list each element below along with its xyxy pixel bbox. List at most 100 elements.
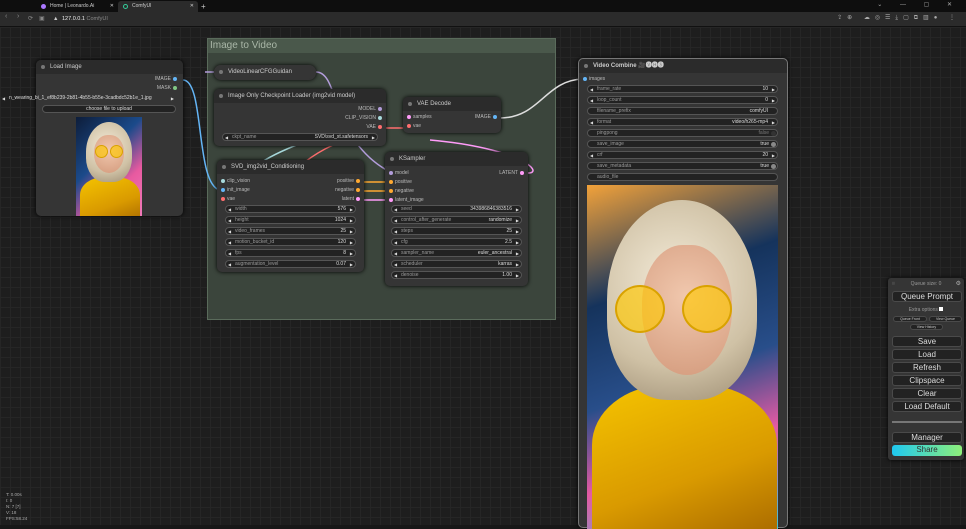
widget-label: fps xyxy=(235,250,242,256)
node-video-combine[interactable]: Video Combine 🎥🅥🅗🅢 images frame_rate 10 lo… xyxy=(578,58,788,529)
widget-cfg[interactable]: cfg 2.5 xyxy=(391,238,522,246)
widget-label: audio_file xyxy=(597,174,619,180)
output-image[interactable]: IMAGE xyxy=(475,114,499,120)
output-latent[interactable]: latent xyxy=(342,196,362,202)
tab-leonardo[interactable]: Home | Leonardo.Ai ✕ xyxy=(36,1,118,12)
widget-scheduler[interactable]: scheduler karras xyxy=(391,260,522,268)
output-mask[interactable]: MASK xyxy=(157,85,179,91)
widget-height[interactable]: height 1024 xyxy=(225,216,356,224)
url-input[interactable]: ▲ 127.0.0.1 ComfyUI xyxy=(50,14,830,25)
widget-value: 2.5 xyxy=(505,239,512,245)
widget-motion-bucket-id[interactable]: motion_bucket_id 120 xyxy=(225,238,356,246)
widget-frame-rate[interactable]: frame_rate 10 xyxy=(587,85,778,93)
output-latent[interactable]: LATENT xyxy=(499,170,526,176)
widget-label: save_metadata xyxy=(597,163,632,169)
extra-options[interactable]: Extra options xyxy=(888,307,964,313)
extra-options-checkbox[interactable] xyxy=(939,307,944,311)
view-queue-button[interactable]: View Queue xyxy=(929,316,962,322)
save-button[interactable]: Save xyxy=(892,336,962,347)
node-svd-conditioning[interactable]: SVD_img2vid_Conditioning clip_vision ini… xyxy=(217,160,364,272)
widget-label: motion_bucket_id xyxy=(235,239,275,245)
image-select[interactable]: n_wearing_bi_1_ef8b239-2b81-4b55-b55e-3c… xyxy=(0,95,176,103)
widget-value: 0 xyxy=(765,97,768,103)
video-preview[interactable] xyxy=(587,185,778,529)
widget-format[interactable]: format video/h265-mp4 xyxy=(587,118,778,126)
address-bar-row: ‹ › ⟳ ▣ ▲ 127.0.0.1 ComfyUI ⇪⊕ ☁◎☰⤓▢⧉▥● ⋮ xyxy=(0,12,966,27)
load-default-button[interactable]: Load Default xyxy=(892,401,962,412)
node-checkpoint-loader[interactable]: Image Only Checkpoint Loader (img2vid mo… xyxy=(214,89,386,146)
node-ksampler[interactable]: KSampler model positive negative latent_… xyxy=(385,152,528,286)
widget-seed[interactable]: seed 343986846383516 xyxy=(391,205,522,213)
refresh-button[interactable]: Refresh xyxy=(892,362,962,373)
input-images[interactable]: images xyxy=(581,76,605,82)
share-button[interactable]: Share xyxy=(892,445,962,456)
input-positive[interactable]: positive xyxy=(387,179,412,185)
node-video-linear-cfg-guidance[interactable]: VideoLinearCFGGuidan xyxy=(214,65,316,80)
widget-label: width xyxy=(235,206,247,212)
widget-label: augmentation_level xyxy=(235,261,279,267)
image-preview xyxy=(76,117,142,216)
toggle-knob[interactable] xyxy=(771,131,776,136)
reload-icon[interactable]: ⟳ xyxy=(28,15,33,22)
load-button[interactable]: Load xyxy=(892,349,962,360)
widget-width[interactable]: width 576 xyxy=(225,205,356,213)
view-history-button[interactable]: View History xyxy=(910,324,943,330)
widget-fps[interactable]: fps 8 xyxy=(225,249,356,257)
site-info-icon[interactable]: ▲ xyxy=(53,14,58,25)
toggle-knob[interactable] xyxy=(771,164,776,169)
clear-button[interactable]: Clear xyxy=(892,388,962,399)
widget-loop-count[interactable]: loop_count 0 xyxy=(587,96,778,104)
settings-gear-icon[interactable]: ⚙ xyxy=(956,280,961,287)
input-samples[interactable]: samples xyxy=(405,114,432,120)
widget-audio-file[interactable]: audio_file xyxy=(587,173,778,181)
tab-actions-icon[interactable]: ▣ xyxy=(39,15,45,22)
output-model[interactable]: MODEL xyxy=(358,106,384,112)
output-positive[interactable]: positive xyxy=(337,178,362,184)
tab-comfyui[interactable]: ComfyUI ✕ xyxy=(118,1,198,12)
output-negative[interactable]: negative xyxy=(335,187,362,193)
input-vae[interactable]: vae xyxy=(405,123,421,129)
forward-icon[interactable]: › xyxy=(17,13,19,20)
widget-save-metadata[interactable]: save_metadata true xyxy=(587,162,778,170)
widget-filename-prefix[interactable]: filename_prefix comfyUI xyxy=(587,107,778,115)
input-vae[interactable]: vae xyxy=(219,196,235,202)
queue-prompt-button[interactable]: Queue Prompt xyxy=(892,291,962,302)
output-image[interactable]: IMAGE xyxy=(155,76,179,82)
manager-button[interactable]: Manager xyxy=(892,432,962,443)
back-icon[interactable]: ‹ xyxy=(5,13,7,20)
node-load-image[interactable]: Load Image IMAGE MASK n_wearing_bi_1_ef8… xyxy=(2,60,183,216)
window-controls[interactable]: ⌄ — ▢ ✕ xyxy=(877,1,960,8)
widget-save-image[interactable]: save_image true xyxy=(587,140,778,148)
widget-ckpt-name[interactable]: ckpt_name SVD\svd_xt.safetensors xyxy=(222,133,378,141)
widget-crf[interactable]: crf 20 xyxy=(587,151,778,159)
widget-pingpong[interactable]: pingpong false xyxy=(587,129,778,137)
queue-front-button[interactable]: Queue Front xyxy=(893,316,927,322)
close-tab-icon[interactable]: ✕ xyxy=(190,1,194,12)
output-clip-vision[interactable]: CLIP_VISION xyxy=(345,115,384,121)
new-tab-button[interactable]: + xyxy=(199,1,206,12)
close-tab-icon[interactable]: ✕ xyxy=(110,1,114,12)
widget-control-after-generate[interactable]: control_after_generate randomize xyxy=(391,216,522,224)
output-vae[interactable]: VAE xyxy=(366,124,384,130)
node-vae-decode[interactable]: VAE Decode samples vae IMAGE xyxy=(403,97,501,133)
toolbar-icons[interactable]: ⇪⊕ ☁◎☰⤓▢⧉▥● ⋮ xyxy=(837,14,960,22)
widget-augmentation-level[interactable]: augmentation_level 0.07 xyxy=(225,260,356,268)
widget-value: 25 xyxy=(506,228,512,234)
widget-value: 1.00 xyxy=(502,272,512,278)
toggle-knob[interactable] xyxy=(771,142,776,147)
input-clip-vision[interactable]: clip_vision xyxy=(219,178,250,184)
input-init-image[interactable]: init_image xyxy=(219,187,250,193)
widget-steps[interactable]: steps 25 xyxy=(391,227,522,235)
input-latent-image[interactable]: latent_image xyxy=(387,197,424,203)
node-title: Load Image xyxy=(36,60,183,74)
input-model[interactable]: model xyxy=(387,170,409,176)
widget-denoise[interactable]: denoise 1.00 xyxy=(391,271,522,279)
widget-label: format xyxy=(597,119,612,125)
input-negative[interactable]: negative xyxy=(387,188,414,194)
widget-sampler-name[interactable]: sampler_name euler_ancestral xyxy=(391,249,522,257)
widget-video-frames[interactable]: video_frames 25 xyxy=(225,227,356,235)
queue-panel: ⠿ Queue size: 0 ⚙ Queue Prompt Extra opt… xyxy=(888,278,964,460)
widget-label: ckpt_name xyxy=(232,134,257,140)
upload-button[interactable]: choose file to upload xyxy=(42,105,176,113)
clipspace-button[interactable]: Clipspace xyxy=(892,375,962,386)
